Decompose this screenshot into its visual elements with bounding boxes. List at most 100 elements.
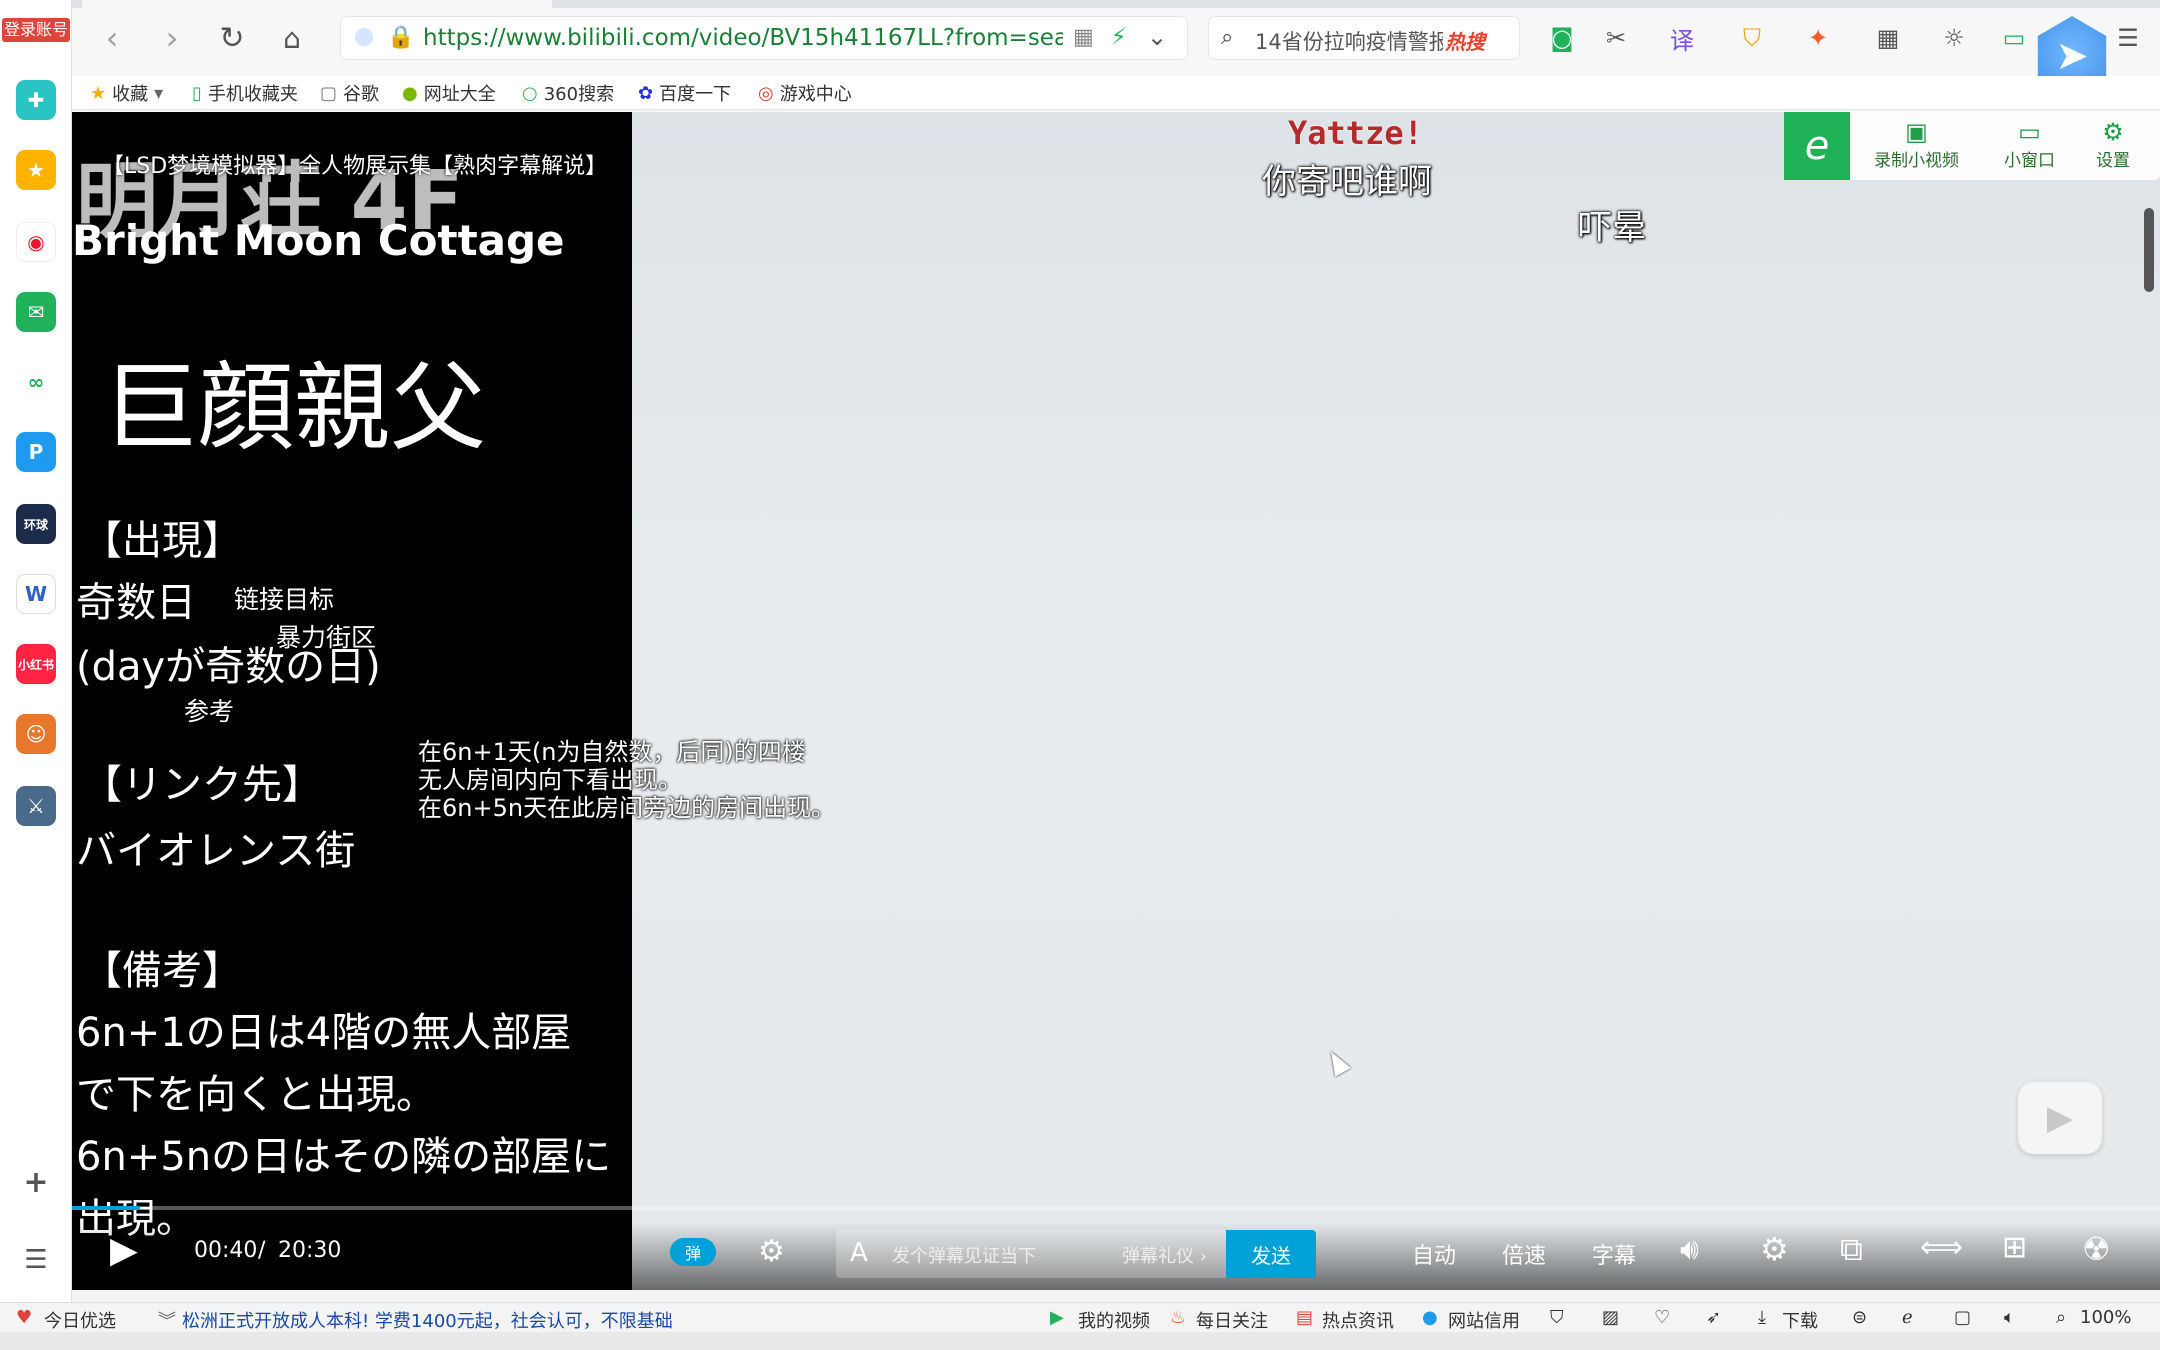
search-icon: ○ [522, 82, 538, 104]
add-icon[interactable]: + [16, 1162, 56, 1202]
record-icon: ▣ [1905, 118, 1928, 146]
main-menu-icon[interactable]: ☰ [2110, 20, 2146, 56]
speed-button[interactable]: 倍速 [1502, 1238, 1546, 1270]
scissors-icon[interactable]: ✂ [1598, 20, 1634, 56]
cookie-icon[interactable]: ⊜ [1852, 1307, 1867, 1328]
fullscreen-icon[interactable]: ☢ [2082, 1230, 2111, 1268]
hot-news[interactable]: 热点资讯 [1322, 1307, 1394, 1333]
mini-window-button[interactable]: ▭ 小窗口 [2004, 118, 2055, 171]
shield-icon[interactable]: ⛉ [1550, 1307, 1564, 1328]
player-settings-button[interactable]: ⚙ 设置 [2096, 118, 2130, 171]
widescreen-icon[interactable]: ⟺ [1920, 1230, 1963, 1265]
video-player[interactable]: 明月荘 4F 【LSD梦境模拟器】全人物展示集【熟肉字幕解说】 Bright M… [72, 112, 2160, 1290]
today-picks[interactable]: 今日优选 [44, 1307, 116, 1333]
bookmark-label: 网址大全 [423, 84, 496, 105]
section-appear: 【出現】 [82, 518, 242, 564]
forward-icon[interactable]: › [152, 18, 192, 58]
subtitle-button[interactable]: 字幕 [1592, 1238, 1636, 1270]
mail-icon[interactable]: ✉ [16, 292, 56, 332]
game-icon[interactable]: ☺ [16, 714, 56, 754]
gamepad-icon[interactable]: ✦ [1800, 20, 1836, 56]
news-icon[interactable]: 环球 [16, 504, 56, 544]
star-icon[interactable]: ★ [16, 150, 56, 190]
bookmark-mobile[interactable]: ▯ 手机收藏夹 [192, 80, 298, 106]
game2-icon[interactable]: ⚔ [16, 786, 56, 826]
menu-icon[interactable]: ☰ [16, 1240, 56, 1280]
zoom-level[interactable]: 100% [2080, 1307, 2131, 1328]
health-icon[interactable]: ♡ [1654, 1307, 1670, 1328]
video-title-overlay: 【LSD梦境模拟器】全人物展示集【熟肉字幕解说】 [102, 154, 608, 179]
danmaku-toggle[interactable]: 弹 [670, 1238, 716, 1266]
danmaku-comment: 吓晕 [1578, 208, 1646, 248]
lightning-icon[interactable]: ⚡ [1111, 25, 1126, 50]
danmaku-input[interactable]: A 发个弹幕见证当下 弹幕礼仪 › [836, 1230, 1226, 1278]
danmaku-comment: 你寄吧谁啊 [1262, 162, 1432, 202]
weibo-icon[interactable]: ◉ [16, 222, 56, 262]
danmaku-etiquette-link[interactable]: 弹幕礼仪 › [1122, 1242, 1207, 1268]
search-box[interactable]: ⌕ 14省份拉响疫情警报 热搜 [1208, 16, 1520, 60]
hot-search-badge[interactable]: 热搜 [1445, 26, 1485, 55]
bilibili-play-logo-icon[interactable]: ▶ [2018, 1082, 2102, 1154]
game-icon: ◎ [758, 82, 774, 104]
total-time: 20:30 [278, 1238, 342, 1263]
cloud-icon[interactable]: ∞ [16, 362, 56, 402]
bookmark-label: 360搜索 [543, 84, 615, 105]
xiaohongshu-icon[interactable]: 小红书 [16, 644, 56, 684]
bookmark-games[interactable]: ◎ 游戏中心 [758, 80, 852, 106]
pixiv-icon[interactable]: P [16, 432, 56, 472]
scrollbar[interactable] [2144, 208, 2154, 292]
word-icon[interactable]: W [16, 574, 56, 614]
gear-icon: ⚙ [2102, 118, 2124, 146]
home-icon[interactable]: ⌂ [272, 18, 312, 58]
text-style-icon[interactable]: A [850, 1238, 868, 1268]
apps-grid-icon[interactable]: ▦ [1870, 20, 1906, 56]
danmaku-settings-icon[interactable]: ⚙ [758, 1234, 785, 1269]
window-icon[interactable]: ▢ [1954, 1307, 1971, 1328]
bookmark-google[interactable]: ▢ 谷歌 [320, 80, 379, 106]
search-query[interactable]: 14省份拉响疫情警报 [1255, 26, 1443, 56]
translate-icon[interactable]: 译 [1664, 20, 1700, 56]
daily-follow[interactable]: 每日关注 [1196, 1307, 1268, 1333]
zoom-icon: ⌕ [2056, 1307, 2067, 1328]
web-fullscreen-icon[interactable]: ⊞ [2002, 1230, 2027, 1265]
active-tab[interactable] [82, 0, 552, 8]
record-clip-button[interactable]: ▣ 录制小视频 [1874, 118, 1959, 171]
bookmark-label: 手机收藏夹 [207, 84, 298, 105]
ie-icon[interactable]: ℯ [1902, 1307, 1913, 1328]
picture-in-picture-icon[interactable]: ⧉ [1840, 1230, 1863, 1269]
news-ticker[interactable]: 松洲正式开放成人本科! 学费1400元起，社会认可，不限基础 [182, 1307, 676, 1333]
bookmark-label: 游戏中心 [779, 84, 852, 105]
play-icon[interactable]: ▶ [110, 1230, 138, 1271]
sound-icon[interactable]: 🔈︎ [2004, 1307, 2015, 1328]
my-videos[interactable]: 我的视频 [1078, 1307, 1150, 1333]
browser-e-icon[interactable]: e [1784, 112, 1850, 180]
bookmark-favorites[interactable]: ★ 收藏 ▾ [90, 80, 163, 106]
login-button[interactable]: 登录账号 [2, 18, 70, 42]
bookmark-360[interactable]: ○ 360搜索 [522, 80, 614, 106]
image-icon[interactable]: ▨ [1602, 1307, 1619, 1328]
download-label[interactable]: 下载 [1782, 1307, 1818, 1333]
site-credit[interactable]: 网站信用 [1448, 1307, 1520, 1333]
site-info-icon[interactable] [355, 28, 373, 46]
gear-icon[interactable]: ⚙ [1760, 1230, 1789, 1268]
wechat-icon[interactable]: ◙ [1544, 20, 1580, 56]
qr-icon[interactable]: ▦ [1073, 25, 1094, 50]
url-text[interactable]: https://www.bilibili.com/video/BV15h4116… [423, 25, 1063, 51]
browser-window: 登录账号 ✚ ★ ◉ ✉ ∞ P 环球 W 小红书 ☺ ⚔ + ☰ ‹ › ↻ … [0, 0, 2160, 1350]
volume-icon[interactable]: 🔊︎ [1680, 1232, 1699, 1267]
brightness-icon[interactable]: ☼ [1936, 20, 1972, 56]
mini-window-label: 小窗口 [2004, 151, 2055, 171]
shield-coin-icon[interactable]: ⛉ [1734, 20, 1770, 56]
refresh-icon[interactable]: ↻ [212, 18, 252, 58]
chevron-down-icon[interactable]: ⌄ [1147, 23, 1167, 51]
address-bar[interactable]: 🔒 https://www.bilibili.com/video/BV15h41… [340, 16, 1188, 60]
progress-bar[interactable] [72, 1206, 2160, 1210]
bookmark-baidu[interactable]: ✿ 百度一下 [638, 80, 731, 106]
bookmark-directory[interactable]: ● 网址大全 [402, 80, 496, 106]
plus-app-icon[interactable]: ✚ [16, 80, 56, 120]
battery-icon: ▭ [2002, 24, 2026, 52]
quality-button[interactable]: 自动 [1412, 1238, 1456, 1270]
send-button[interactable]: 发送 [1226, 1230, 1316, 1278]
back-icon[interactable]: ‹ [92, 18, 132, 58]
rocket-icon[interactable]: ➶ [1706, 1307, 1721, 1328]
